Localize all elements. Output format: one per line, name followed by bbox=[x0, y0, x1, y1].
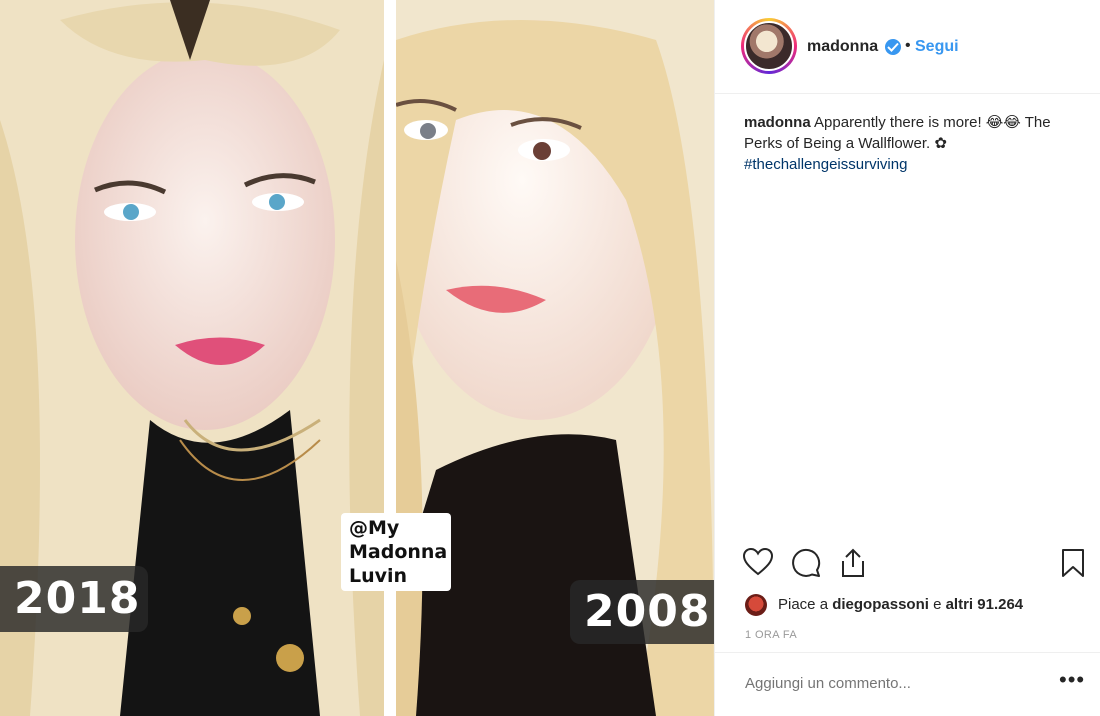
profile-avatar[interactable] bbox=[741, 18, 797, 74]
verified-badge-icon bbox=[885, 39, 901, 55]
comment-input[interactable] bbox=[745, 675, 1035, 692]
likes-others[interactable]: altri 91.264 bbox=[946, 596, 1024, 613]
post-caption: madonna Apparently there is more! 😂😂 The… bbox=[744, 112, 1074, 175]
profile-avatar-image bbox=[744, 21, 794, 71]
likes-connector: e bbox=[933, 596, 942, 613]
checkmark-icon bbox=[887, 42, 899, 52]
year-label-left: 2018 bbox=[0, 566, 148, 632]
post-header: madonna • Segui bbox=[715, 0, 1100, 94]
header-separator: • bbox=[905, 37, 911, 54]
photo-2018: 2018 bbox=[0, 0, 384, 716]
post-details-panel: madonna • Segui madonna Apparently there… bbox=[714, 0, 1100, 716]
comment-icon[interactable] bbox=[791, 548, 821, 583]
header-username[interactable]: madonna bbox=[807, 38, 878, 56]
share-icon[interactable] bbox=[839, 548, 867, 583]
post-timestamp[interactable]: 1 ORA FA bbox=[745, 629, 797, 641]
likes-prefix: Piace a bbox=[778, 596, 829, 613]
caption-username[interactable]: madonna bbox=[744, 114, 811, 131]
caption-hashtag[interactable]: #thechallengeissurviving bbox=[744, 156, 907, 173]
likes-text: Piace a diegopassoni e altri 91.264 bbox=[778, 596, 1023, 613]
bookmark-icon[interactable] bbox=[1061, 548, 1085, 583]
more-options-button[interactable]: ••• bbox=[1059, 667, 1085, 693]
year-label-right: 2008 bbox=[570, 580, 714, 644]
follow-button[interactable]: Segui bbox=[915, 38, 959, 56]
heart-icon[interactable] bbox=[742, 547, 774, 581]
watermark-text: @My Madonna Luvin bbox=[341, 513, 451, 591]
likes-user[interactable]: diegopassoni bbox=[832, 596, 929, 613]
post-actions-bar bbox=[715, 540, 1100, 590]
liker-avatar bbox=[745, 594, 767, 616]
comment-bar: ••• bbox=[715, 652, 1100, 716]
post-media[interactable]: 2018 2008 @My Madonna Luvin bbox=[0, 0, 714, 716]
